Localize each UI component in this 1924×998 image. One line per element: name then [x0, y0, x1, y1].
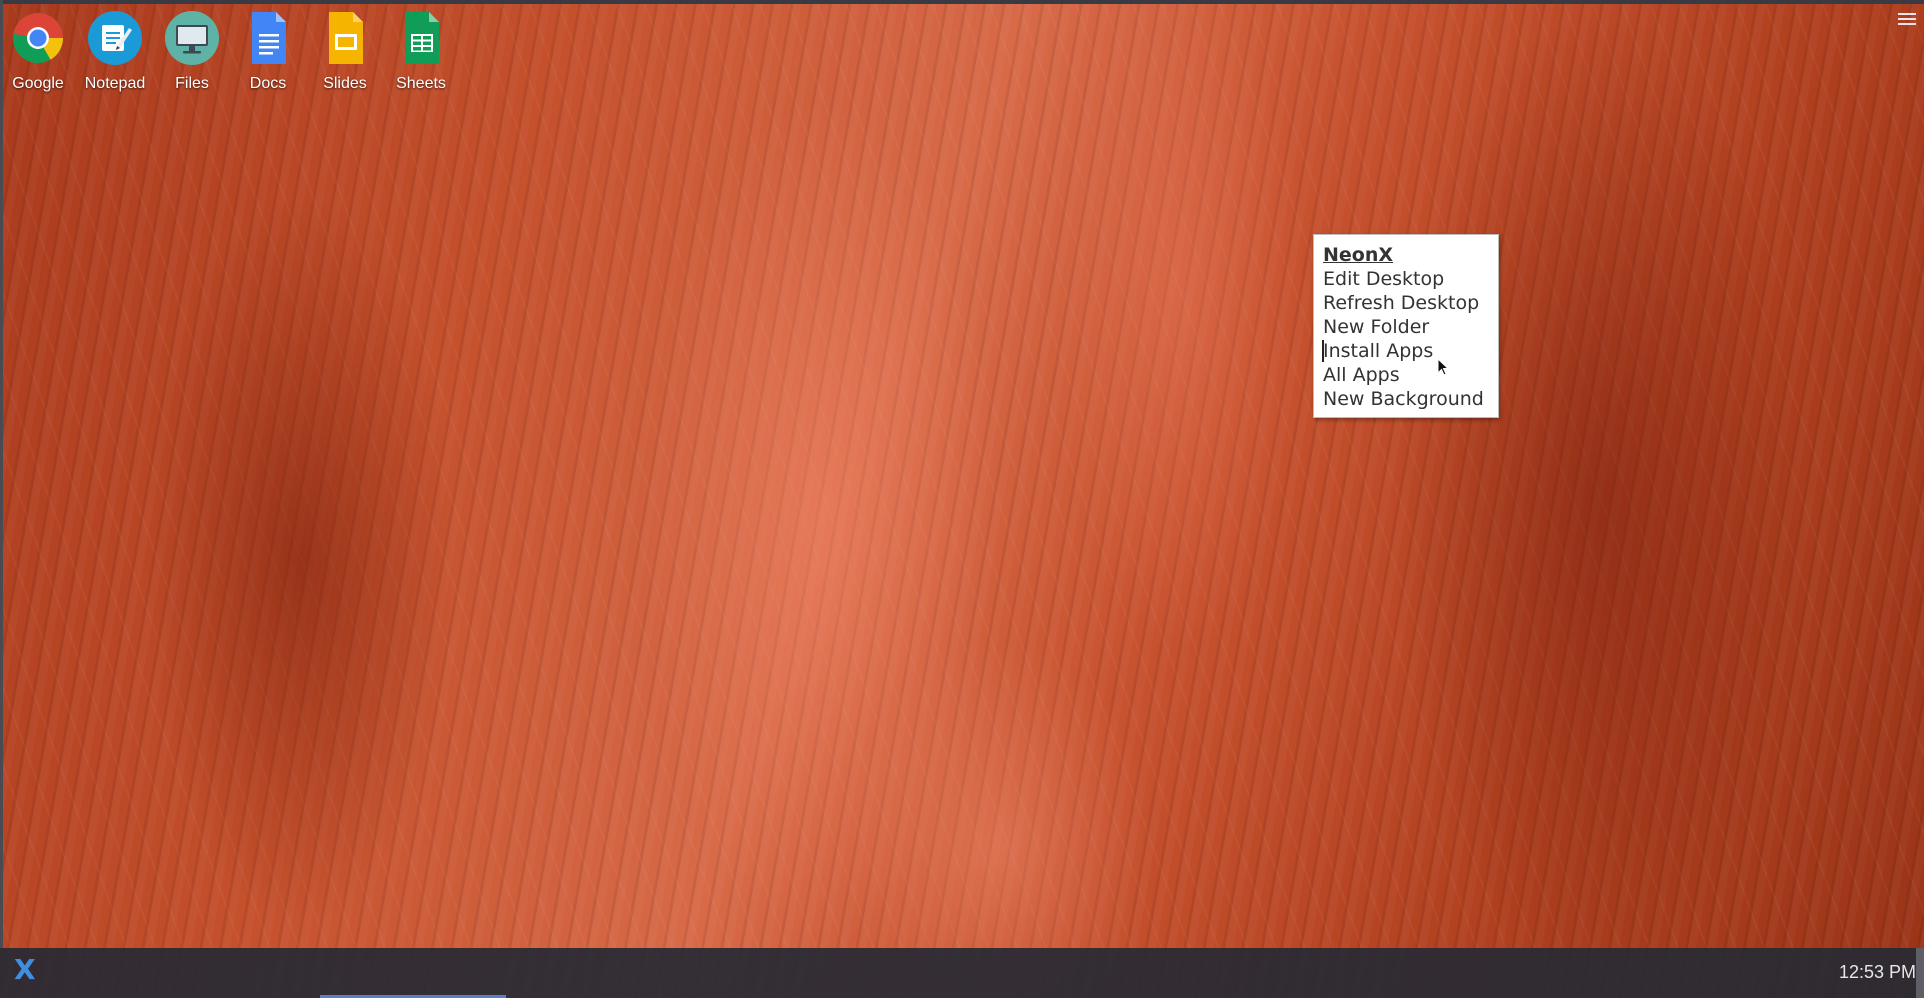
shortcut-docs[interactable]: Docs	[232, 10, 304, 93]
menu-item-refresh-desktop[interactable]: Refresh Desktop	[1323, 291, 1498, 315]
menu-item-edit-desktop[interactable]: Edit Desktop	[1323, 267, 1498, 291]
top-border	[0, 0, 1924, 4]
shortcut-label: Files	[175, 75, 209, 92]
shortcut-sheets[interactable]: Sheets	[385, 10, 457, 93]
menu-item-new-background[interactable]: New Background	[1323, 387, 1498, 411]
slides-icon	[317, 10, 373, 66]
text-caret	[1322, 340, 1324, 362]
shortcut-label: Slides	[323, 75, 367, 92]
menu-item-all-apps[interactable]: All Apps	[1323, 363, 1498, 387]
taskbar-clock[interactable]: 12:53 PM	[1839, 962, 1916, 983]
desktop-wallpaper[interactable]: Google Notepad Files Docs Slides Sheets …	[0, 0, 1924, 998]
notepad-icon	[87, 10, 143, 66]
shortcut-label: Notepad	[84, 75, 146, 92]
menu-item-install-apps[interactable]: Install Apps	[1323, 339, 1498, 363]
mouse-cursor-icon	[1437, 358, 1450, 376]
desktop-context-menu: NeonX Edit Desktop Refresh Desktop New F…	[1313, 234, 1499, 418]
hamburger-icon[interactable]	[1898, 10, 1916, 28]
taskbar: X 12:53 PM	[0, 948, 1924, 998]
monitor-icon	[164, 10, 220, 66]
menu-item-new-folder[interactable]: New Folder	[1323, 315, 1498, 339]
shortcut-label: Google	[12, 75, 64, 92]
context-menu-title: NeonX	[1323, 244, 1394, 266]
shortcut-google[interactable]: Google	[2, 10, 74, 93]
show-desktop-button[interactable]	[1916, 948, 1924, 998]
docs-icon	[240, 10, 296, 66]
shortcut-label: Docs	[249, 75, 287, 92]
start-button[interactable]: X	[14, 953, 36, 986]
shortcut-slides[interactable]: Slides	[309, 10, 381, 93]
sheets-icon	[393, 10, 449, 66]
chrome-icon	[10, 10, 66, 66]
left-border	[0, 0, 3, 948]
shortcut-files[interactable]: Files	[156, 10, 228, 93]
shortcut-label: Sheets	[396, 75, 446, 92]
shortcut-notepad[interactable]: Notepad	[79, 10, 151, 93]
